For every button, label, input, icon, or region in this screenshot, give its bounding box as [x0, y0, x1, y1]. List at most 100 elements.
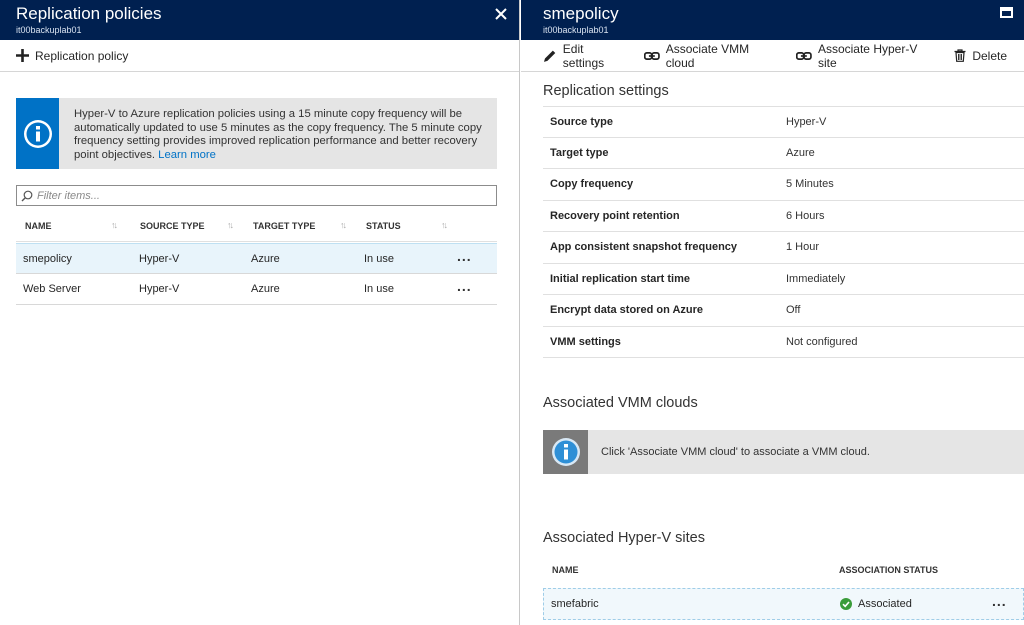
- property-value: Hyper-V: [786, 115, 827, 128]
- table-row[interactable]: smepolicy Hyper-V Azure In use ...: [16, 243, 497, 274]
- policy-details-blade: smepolicy it00backuplab01 Edit settings …: [521, 0, 1024, 625]
- cell-name: Web Server: [23, 283, 81, 295]
- blade-header: smepolicy it00backuplab01: [521, 0, 1024, 40]
- sort-icon[interactable]: ↑↓: [340, 220, 347, 230]
- property-key: App consistent snapshot frequency: [550, 241, 738, 254]
- plus-icon: [16, 49, 29, 62]
- property-value: 5 Minutes: [786, 178, 834, 191]
- blade-subtitle: it00backuplab01: [543, 25, 609, 35]
- info-banner-text: Hyper-V to Azure replication policies us…: [74, 108, 484, 162]
- pencil-icon: [543, 50, 556, 62]
- property-key: Target type: [550, 146, 609, 159]
- learn-more-link[interactable]: Learn more: [158, 149, 216, 161]
- property-row: VMM settings Not configured: [543, 327, 1024, 358]
- blade-title: smepolicy: [543, 4, 619, 23]
- property-row: Initial replication start time Immediate…: [543, 264, 1024, 295]
- cell-name: smepolicy: [23, 252, 72, 265]
- property-key: Initial replication start time: [550, 272, 690, 285]
- associate-hyperv-site-button[interactable]: Associate Hyper-V site: [796, 42, 937, 70]
- blade-header: Replication policies it00backuplab01: [0, 0, 519, 40]
- column-header-name[interactable]: NAME: [543, 565, 839, 575]
- vmm-clouds-title: Associated VMM clouds: [543, 395, 698, 411]
- cell-status: In use: [364, 252, 394, 265]
- search-icon: [21, 190, 33, 201]
- column-header-label: STATUS: [366, 220, 401, 231]
- command-bar: Replication policy: [0, 40, 519, 72]
- blade-title: Replication policies: [16, 4, 162, 23]
- add-replication-policy-button[interactable]: Replication policy: [16, 49, 128, 63]
- close-icon[interactable]: [493, 6, 509, 22]
- cell-association-status: Associated: [840, 598, 990, 610]
- policies-grid: NAME ↑↓ SOURCE TYPE ↑↓ TARGET TYPE ↑↓ ST…: [16, 210, 497, 305]
- property-key: Recovery point retention: [550, 209, 680, 222]
- property-key: VMM settings: [550, 335, 621, 348]
- table-row[interactable]: smefabric Associated ...: [543, 588, 1024, 620]
- associate-vmm-cloud-label: Associate VMM cloud: [665, 41, 750, 70]
- column-header-target-type[interactable]: TARGET TYPE ↑↓: [244, 220, 357, 231]
- property-key: Encrypt data stored on Azure: [550, 304, 704, 317]
- property-value: Azure: [786, 146, 815, 159]
- column-header-label: TARGET TYPE: [253, 220, 316, 231]
- column-header-name[interactable]: NAME ↑↓: [16, 220, 131, 231]
- column-header-label: SOURCE TYPE: [140, 220, 205, 231]
- edit-settings-label: Edit settings: [562, 41, 605, 70]
- filter-input[interactable]: [37, 189, 477, 202]
- cell-name: smefabric: [551, 598, 599, 610]
- delete-button[interactable]: Delete: [954, 49, 1007, 63]
- info-banner-icon-box: [16, 98, 59, 169]
- column-header-source-type[interactable]: SOURCE TYPE ↑↓: [131, 220, 244, 231]
- association-status-label: Associated: [858, 598, 912, 610]
- replication-policies-blade: Replication policies it00backuplab01 Rep…: [0, 0, 520, 625]
- grid-header: NAME ↑↓ SOURCE TYPE ↑↓ TARGET TYPE ↑↓ ST…: [16, 210, 497, 242]
- hyperv-sites-title: Associated Hyper-V sites: [543, 530, 705, 546]
- hyperv-grid-header: NAME ASSOCIATION STATUS: [543, 556, 1024, 584]
- cell-target-type: Azure: [251, 252, 280, 265]
- sort-icon[interactable]: ↑↓: [441, 220, 448, 230]
- property-row: Source type Hyper-V: [543, 106, 1024, 138]
- column-header-association-status[interactable]: ASSOCIATION STATUS: [839, 565, 938, 575]
- property-row: App consistent snapshot frequency 1 Hour: [543, 232, 1024, 264]
- info-icon: [23, 119, 52, 148]
- property-row: Target type Azure: [543, 138, 1024, 169]
- property-row: Recovery point retention 6 Hours: [543, 201, 1024, 232]
- replication-settings-title: Replication settings: [543, 83, 669, 99]
- property-value: Not configured: [786, 335, 858, 348]
- property-value: 6 Hours: [786, 209, 825, 222]
- cell-source-type: Hyper-V: [139, 252, 180, 265]
- link-icon: [644, 51, 660, 60]
- cell-target-type: Azure: [251, 283, 280, 295]
- more-icon[interactable]: ...: [457, 249, 472, 263]
- property-value: 1 Hour: [786, 241, 820, 254]
- property-value: Off: [786, 304, 801, 317]
- cell-source-type: Hyper-V: [139, 283, 180, 295]
- info-icon: [551, 438, 580, 466]
- add-replication-policy-label: Replication policy: [35, 48, 129, 63]
- cell-status: In use: [364, 283, 394, 295]
- vmm-info-text: Click 'Associate VMM cloud' to associate…: [601, 446, 870, 458]
- edit-settings-button[interactable]: Edit settings: [543, 42, 627, 70]
- property-key: Source type: [550, 115, 613, 128]
- replication-settings-table: Source type Hyper-V Target type Azure Co…: [543, 106, 1024, 358]
- vmm-info-icon-box: [543, 430, 588, 474]
- maximize-icon[interactable]: [1000, 7, 1013, 18]
- property-row: Encrypt data stored on Azure Off: [543, 295, 1024, 327]
- associate-hyperv-site-label: Associate Hyper-V site: [817, 41, 918, 70]
- more-icon[interactable]: ...: [992, 594, 1007, 608]
- vmm-info-banner: Click 'Associate VMM cloud' to associate…: [543, 430, 1024, 474]
- sort-icon[interactable]: ↑↓: [227, 220, 234, 230]
- command-bar: Edit settings Associate VMM cloud Associ…: [521, 40, 1024, 72]
- property-row: Copy frequency 5 Minutes: [543, 169, 1024, 201]
- property-value: Immediately: [786, 272, 846, 285]
- blade-subtitle: it00backuplab01: [16, 25, 82, 35]
- associate-vmm-cloud-button[interactable]: Associate VMM cloud: [644, 42, 779, 70]
- trash-icon: [954, 49, 966, 62]
- property-key: Copy frequency: [550, 178, 634, 191]
- sort-icon[interactable]: ↑↓: [111, 220, 118, 230]
- delete-label: Delete: [972, 48, 1008, 63]
- table-row[interactable]: Web Server Hyper-V Azure In use ...: [16, 274, 497, 305]
- check-circle-icon: [840, 598, 852, 610]
- info-banner-message: Hyper-V to Azure replication policies us…: [74, 108, 482, 161]
- more-icon[interactable]: ...: [457, 279, 472, 293]
- column-header-status[interactable]: STATUS ↑↓: [357, 220, 457, 231]
- info-banner: Hyper-V to Azure replication policies us…: [16, 98, 497, 169]
